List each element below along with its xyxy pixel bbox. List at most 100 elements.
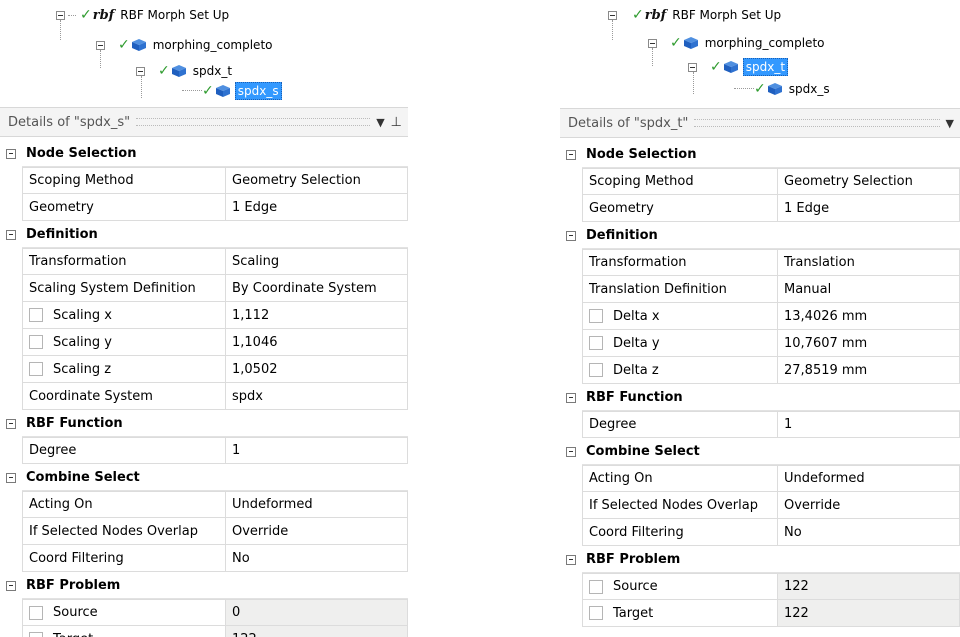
- section-header[interactable]: RBF Function: [560, 384, 960, 411]
- collapse-icon[interactable]: [6, 229, 16, 240]
- property-value[interactable]: Geometry Selection: [225, 167, 408, 194]
- property-row[interactable]: Transformation Scaling: [0, 248, 408, 275]
- property-row[interactable]: Target 122: [0, 626, 408, 637]
- tree-node-spdx-t[interactable]: ✓ spdx_t: [136, 62, 234, 80]
- property-value[interactable]: spdx: [225, 383, 408, 410]
- tree-node-morphing[interactable]: ✓ morphing_completo: [648, 34, 827, 52]
- property-value[interactable]: Override: [225, 518, 408, 545]
- section-header[interactable]: Definition: [0, 221, 408, 248]
- collapse-icon[interactable]: [688, 62, 697, 72]
- property-row[interactable]: Delta x 13,4026 mm: [560, 303, 960, 330]
- tree-node-spdx-s[interactable]: ✓ spdx_s: [754, 80, 832, 98]
- tree-node-rbf-setup[interactable]: ✓ rbf RBF Morph Set Up: [56, 6, 231, 24]
- property-row[interactable]: Delta z 27,8519 mm: [560, 357, 960, 384]
- gutter: [0, 464, 22, 491]
- section-header[interactable]: RBF Problem: [560, 546, 960, 573]
- parameter-checkbox[interactable]: [589, 336, 603, 350]
- property-row[interactable]: Degree 1: [560, 411, 960, 438]
- collapse-icon[interactable]: [608, 10, 617, 20]
- tree-node-spdx-t[interactable]: ✓ spdx_t: [688, 58, 789, 76]
- property-row[interactable]: Scoping Method Geometry Selection: [0, 167, 408, 194]
- parameter-checkbox[interactable]: [29, 308, 43, 322]
- property-row[interactable]: Geometry 1 Edge: [560, 195, 960, 222]
- section-header[interactable]: Node Selection: [560, 141, 960, 168]
- property-row[interactable]: Scoping Method Geometry Selection: [560, 168, 960, 195]
- gutter: [560, 276, 582, 303]
- collapse-icon[interactable]: [566, 149, 576, 160]
- property-row[interactable]: Translation Definition Manual: [560, 276, 960, 303]
- dropdown-arrow-icon[interactable]: ▼: [946, 117, 954, 130]
- tree-node-rbf-setup[interactable]: ✓ rbf RBF Morph Set Up: [608, 6, 783, 24]
- property-value[interactable]: 1,1046: [225, 329, 408, 356]
- property-value[interactable]: Undeformed: [777, 465, 960, 492]
- property-row[interactable]: If Selected Nodes Overlap Override: [560, 492, 960, 519]
- parameter-checkbox[interactable]: [29, 335, 43, 349]
- parameter-checkbox[interactable]: [29, 632, 43, 637]
- collapse-icon[interactable]: [566, 230, 576, 241]
- property-value[interactable]: 1,112: [225, 302, 408, 329]
- collapse-icon[interactable]: [566, 554, 576, 565]
- property-row[interactable]: Delta y 10,7607 mm: [560, 330, 960, 357]
- parameter-checkbox[interactable]: [589, 363, 603, 377]
- property-value[interactable]: By Coordinate System: [225, 275, 408, 302]
- tree-node-morphing[interactable]: ✓ morphing_completo: [96, 36, 275, 54]
- property-value[interactable]: 1 Edge: [225, 194, 408, 221]
- property-row[interactable]: Source 0: [0, 599, 408, 626]
- property-value[interactable]: Undeformed: [225, 491, 408, 518]
- property-row[interactable]: Source 122: [560, 573, 960, 600]
- collapse-icon[interactable]: [136, 66, 145, 76]
- property-value[interactable]: 27,8519 mm: [777, 357, 960, 384]
- property-row[interactable]: Degree 1: [0, 437, 408, 464]
- section-header[interactable]: RBF Problem: [0, 572, 408, 599]
- property-value[interactable]: Scaling: [225, 248, 408, 275]
- property-value[interactable]: Override: [777, 492, 960, 519]
- tree-node-spdx-s[interactable]: ✓ spdx_s: [202, 82, 282, 100]
- property-value[interactable]: 1 Edge: [777, 195, 960, 222]
- property-row[interactable]: Scaling z 1,0502: [0, 356, 408, 383]
- property-value[interactable]: Geometry Selection: [777, 168, 960, 195]
- property-value[interactable]: Translation: [777, 249, 960, 276]
- property-value[interactable]: No: [777, 519, 960, 546]
- collapse-icon[interactable]: [566, 446, 576, 457]
- collapse-icon[interactable]: [56, 10, 65, 20]
- collapse-icon[interactable]: [6, 472, 16, 483]
- property-value[interactable]: No: [225, 545, 408, 572]
- property-row[interactable]: Transformation Translation: [560, 249, 960, 276]
- property-row[interactable]: Acting On Undeformed: [560, 465, 960, 492]
- collapse-icon[interactable]: [648, 38, 657, 48]
- collapse-icon[interactable]: [6, 580, 16, 591]
- property-row[interactable]: Scaling System Definition By Coordinate S…: [0, 275, 408, 302]
- collapse-icon[interactable]: [566, 392, 576, 403]
- property-value[interactable]: 1,0502: [225, 356, 408, 383]
- property-value[interactable]: 1: [777, 411, 960, 438]
- section-header[interactable]: Combine Select: [0, 464, 408, 491]
- section-header[interactable]: RBF Function: [0, 410, 408, 437]
- pin-icon[interactable]: ⊥: [391, 115, 402, 130]
- property-value[interactable]: 13,4026 mm: [777, 303, 960, 330]
- property-row[interactable]: Scaling x 1,112: [0, 302, 408, 329]
- property-value[interactable]: 1: [225, 437, 408, 464]
- parameter-checkbox[interactable]: [589, 579, 603, 594]
- parameter-checkbox[interactable]: [29, 362, 43, 376]
- property-row[interactable]: Coord Filtering No: [560, 519, 960, 546]
- section-header[interactable]: Definition: [560, 222, 960, 249]
- property-row[interactable]: If Selected Nodes Overlap Override: [0, 518, 408, 545]
- property-row[interactable]: Geometry 1 Edge: [0, 194, 408, 221]
- parameter-checkbox[interactable]: [589, 606, 603, 620]
- collapse-icon[interactable]: [6, 418, 16, 429]
- property-row[interactable]: Scaling y 1,1046: [0, 329, 408, 356]
- section-header[interactable]: Node Selection: [0, 140, 408, 167]
- property-value[interactable]: Manual: [777, 276, 960, 303]
- property-row[interactable]: Coordinate System spdx: [0, 383, 408, 410]
- dropdown-arrow-icon[interactable]: ▼: [376, 116, 384, 129]
- property-row[interactable]: Acting On Undeformed: [0, 491, 408, 518]
- property-row[interactable]: Target 122: [560, 600, 960, 627]
- property-value[interactable]: 10,7607 mm: [777, 330, 960, 357]
- parameter-checkbox[interactable]: [29, 605, 43, 620]
- collapse-icon[interactable]: [6, 148, 16, 159]
- parameter-checkbox[interactable]: [589, 309, 603, 323]
- property-name-text: Scaling z: [53, 361, 112, 377]
- property-row[interactable]: Coord Filtering No: [0, 545, 408, 572]
- collapse-icon[interactable]: [96, 40, 105, 50]
- section-header[interactable]: Combine Select: [560, 438, 960, 465]
